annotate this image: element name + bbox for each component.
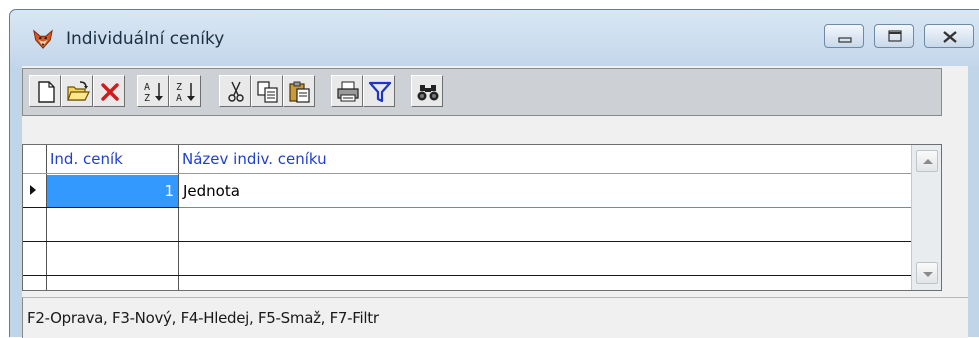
svg-text:A: A xyxy=(176,93,182,104)
title-bar[interactable]: Individuální ceníky xyxy=(10,10,979,66)
row-divider xyxy=(23,275,913,276)
column-header-nazev[interactable]: Název indiv. ceníku xyxy=(179,145,879,173)
sort-ascending-button[interactable]: A Z xyxy=(137,75,169,107)
table-cell-ind-cenik[interactable]: 1 xyxy=(47,175,178,207)
delete-icon xyxy=(101,83,119,101)
new-button[interactable] xyxy=(29,75,61,107)
scroll-up-button[interactable] xyxy=(916,150,938,172)
sort-ascending-icon: A Z xyxy=(144,82,163,104)
table-cell-nazev[interactable]: Jednota xyxy=(183,175,240,207)
svg-text:Z: Z xyxy=(144,93,150,104)
minimize-icon xyxy=(838,37,852,43)
column-divider xyxy=(178,145,179,290)
find-button[interactable] xyxy=(411,75,443,107)
svg-text:Z: Z xyxy=(176,82,182,93)
filter-button[interactable] xyxy=(363,75,395,107)
toolbar: A Z Z A xyxy=(22,68,942,116)
price-list-grid[interactable]: Ind. ceník Název indiv. ceníku 1 Jednota xyxy=(22,144,942,291)
fox-head-icon xyxy=(33,29,53,49)
find-binoculars-icon xyxy=(417,85,439,101)
status-bar: F2-Oprava, F3-Nový, F4-Hledej, F5-Smaž, … xyxy=(22,297,968,338)
arrow-down-icon xyxy=(923,272,933,277)
svg-text:A: A xyxy=(144,82,150,93)
row-divider xyxy=(23,241,913,242)
close-button[interactable] xyxy=(924,24,974,48)
row-indicator-divider xyxy=(46,145,47,290)
delete-button[interactable] xyxy=(93,75,125,107)
sort-descending-button[interactable]: Z A xyxy=(169,75,201,107)
new-document-icon xyxy=(38,81,55,103)
print-button[interactable] xyxy=(331,75,363,107)
status-bar-text: F2-Oprava, F3-Nový, F4-Hledej, F5-Smaž, … xyxy=(27,309,379,327)
open-folder-icon xyxy=(67,81,90,101)
current-row-pointer-icon xyxy=(30,185,36,195)
window-title: Individuální ceníky xyxy=(66,29,225,49)
cut-button[interactable] xyxy=(219,75,251,107)
arrow-up-icon xyxy=(923,159,933,164)
copy-button[interactable] xyxy=(251,75,283,107)
sort-descending-icon: Z A xyxy=(176,82,195,104)
paste-icon xyxy=(289,81,310,103)
minimize-button[interactable] xyxy=(824,24,864,48)
selected-row-underline xyxy=(179,207,913,208)
header-divider xyxy=(23,173,913,174)
vertical-scrollbar[interactable] xyxy=(911,145,941,290)
maximize-button[interactable] xyxy=(874,24,914,48)
maximize-icon xyxy=(888,30,902,42)
cut-icon xyxy=(228,81,244,102)
column-header-ind-cenik[interactable]: Ind. ceník xyxy=(47,145,179,173)
open-button[interactable] xyxy=(61,75,93,107)
copy-icon xyxy=(257,81,278,103)
print-icon xyxy=(337,81,359,102)
window: Individuální ceníky A Z Z A Ind. ceník N… xyxy=(9,9,979,338)
filter-icon xyxy=(368,81,392,103)
scroll-down-button[interactable] xyxy=(916,262,938,284)
close-icon xyxy=(943,31,957,43)
paste-button[interactable] xyxy=(283,75,315,107)
